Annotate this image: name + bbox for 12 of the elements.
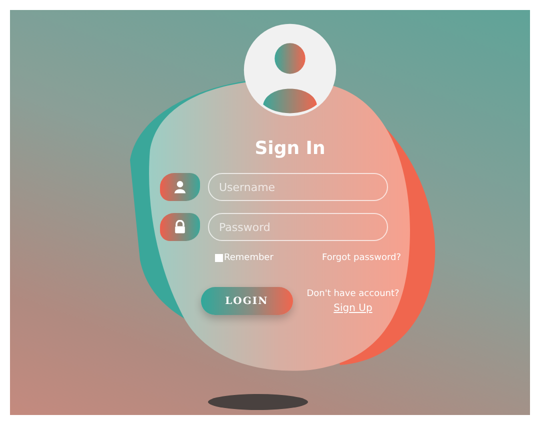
form-title: Sign In [254,138,326,159]
password-field[interactable]: Password [208,213,388,241]
lock-icon [160,213,200,241]
remember-label: Remember [224,253,274,263]
avatar-icon [242,22,338,118]
signup-prompt: Don't have account? [306,288,400,298]
username-field[interactable]: Username [208,173,388,201]
forgot-password-link[interactable]: Forgot password? [322,253,401,263]
signup-link[interactable]: Sign Up [334,302,372,314]
remember-checkbox[interactable] [215,254,223,262]
login-button[interactable]: LOGIN [200,287,293,315]
user-icon [160,173,200,201]
